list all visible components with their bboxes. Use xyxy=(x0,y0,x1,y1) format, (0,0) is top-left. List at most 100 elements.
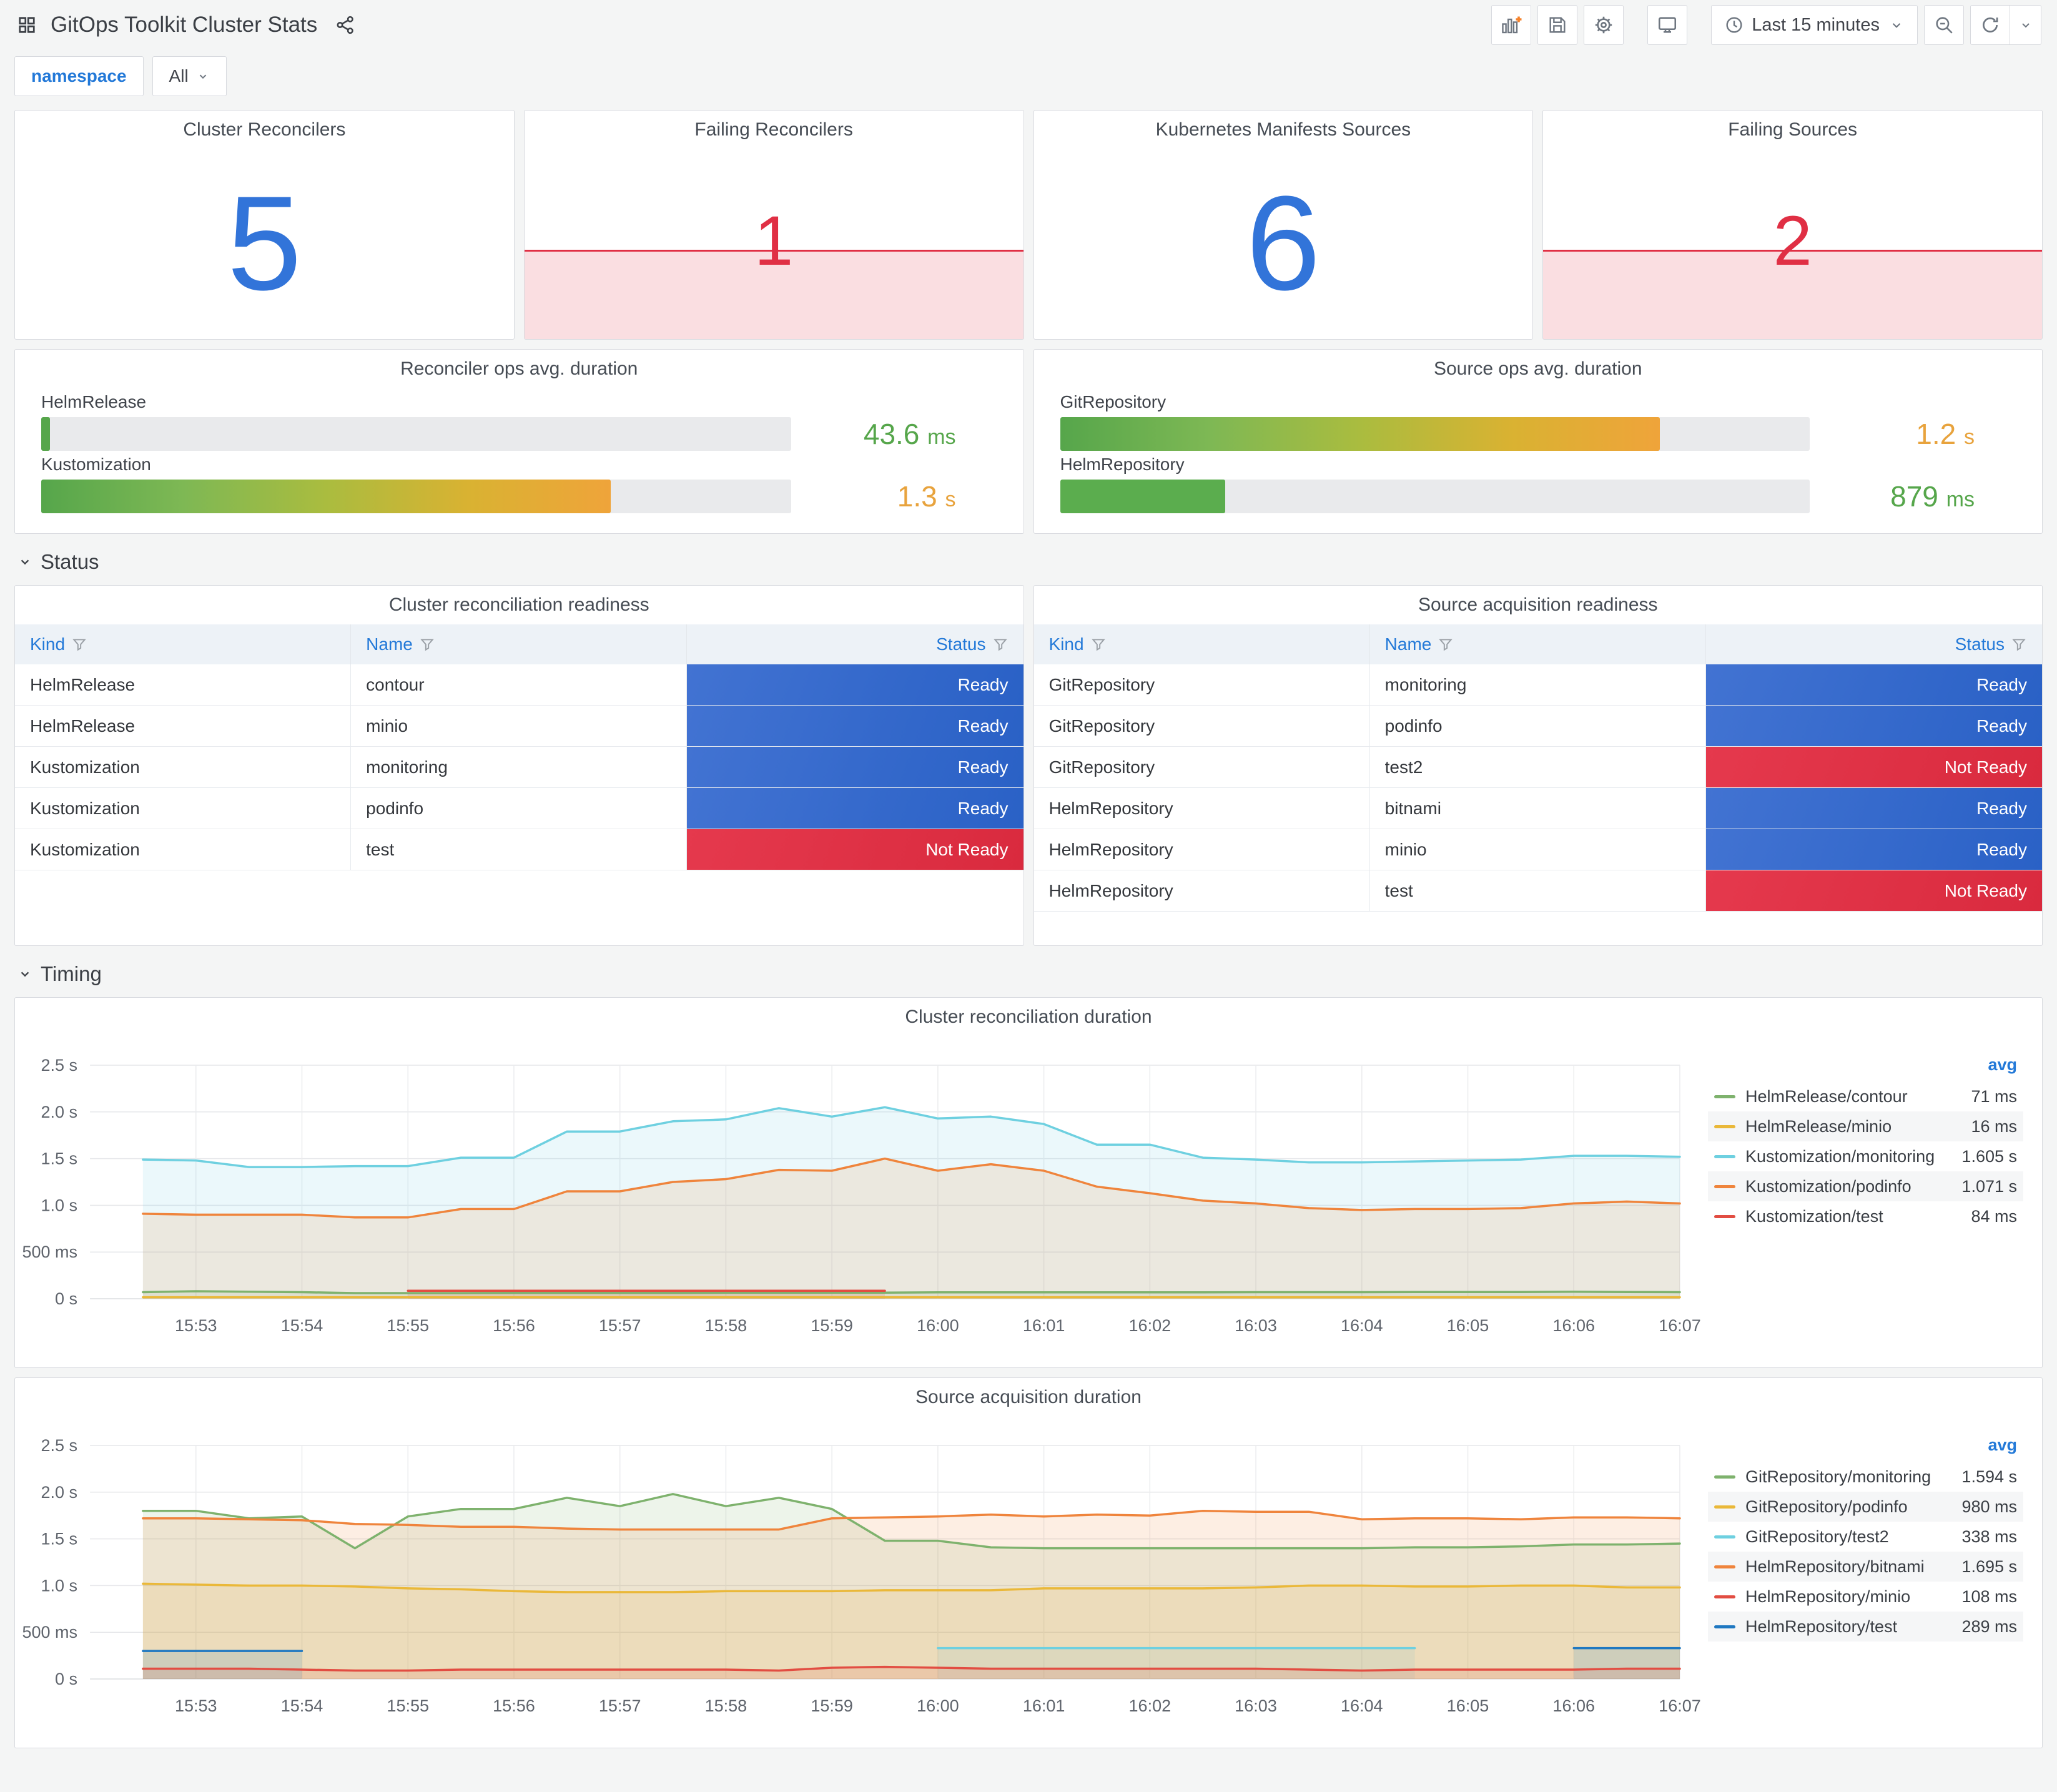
filter-icon[interactable] xyxy=(1090,636,1107,652)
svg-text:0 s: 0 s xyxy=(55,1670,77,1688)
series-name[interactable]: HelmRepository/bitnami xyxy=(1745,1557,1961,1577)
legend-item-helmrepository-minio[interactable]: HelmRepository/minio 108 ms xyxy=(1708,1582,2023,1612)
svg-text:16:02: 16:02 xyxy=(1129,1696,1172,1715)
table-header: Kind Name Status xyxy=(1033,624,2042,664)
table-body: HelmRelease contour Ready HelmRelease minio R… xyxy=(15,664,1024,870)
series-avg-value: 1.071 s xyxy=(1961,1176,2017,1196)
panel-title: Failing Reconcilers xyxy=(694,119,853,140)
bar-gauge-kustomization: Kustomization 1.3 s xyxy=(41,455,997,513)
series-name[interactable]: HelmRepository/minio xyxy=(1745,1587,1961,1607)
time-series-plot[interactable]: 0 s 500 ms 1.0 s 1.5 s 2.0 s 2.5 s 15:53 15:54 1… xyxy=(15,1417,1702,1741)
legend-item-kustomization-podinfo[interactable]: Kustomization/podinfo 1.071 s xyxy=(1708,1171,2023,1201)
panel-source-acquisition-duration: Source acquisition duration 0 s 500 ms 1.0… xyxy=(14,1377,2043,1748)
variable-namespace-value-dropdown[interactable]: All xyxy=(152,56,227,96)
svg-text:1.0 s: 1.0 s xyxy=(41,1196,77,1214)
table-cell: monitoring xyxy=(351,747,688,787)
chevron-down-icon xyxy=(199,74,206,79)
legend-avg-header[interactable]: avg xyxy=(1708,1435,2023,1462)
series-name[interactable]: HelmRepository/test xyxy=(1745,1617,1961,1637)
legend-rows: GitRepository/monitoring 1.594 s GitReposi… xyxy=(1708,1462,2023,1642)
stat-value: 6 xyxy=(1246,167,1321,318)
bar-gauge-fill xyxy=(1060,417,1660,451)
dashboard-grid-icon[interactable] xyxy=(16,14,38,36)
column-header-name[interactable]: Name xyxy=(1370,624,1706,664)
section-status[interactable]: Status xyxy=(17,550,2040,574)
chart-legend: avg HelmRelease/contour 71 ms HelmRelease/… xyxy=(1702,1036,2042,1361)
svg-text:15:56: 15:56 xyxy=(493,1696,535,1715)
variable-namespace-label[interactable]: namespace xyxy=(14,56,144,96)
table-cell: GitRepository xyxy=(1034,664,1370,705)
series-name[interactable]: GitRepository/test2 xyxy=(1745,1527,1961,1547)
legend-item-helmrepository-test[interactable]: HelmRepository/test 289 ms xyxy=(1708,1612,2023,1642)
column-header-status[interactable]: Status xyxy=(1706,624,2042,664)
legend-avg-header[interactable]: avg xyxy=(1708,1055,2023,1081)
table-row: Kustomization monitoring Ready xyxy=(15,747,1024,788)
series-avg-value: 1.605 s xyxy=(1961,1146,2017,1166)
table-cell: monitoring xyxy=(1370,664,1706,705)
column-header-kind[interactable]: Kind xyxy=(15,624,352,664)
dashboard-settings-button[interactable] xyxy=(1584,5,1624,45)
bar-gauge-value: 1.2 s xyxy=(1916,418,1975,450)
series-name[interactable]: Kustomization/test xyxy=(1745,1207,1971,1226)
chevron-down-icon xyxy=(2021,23,2030,28)
filter-icon[interactable] xyxy=(1438,636,1454,652)
legend-item-helmrepository-bitnami[interactable]: HelmRepository/bitnami 1.695 s xyxy=(1708,1552,2023,1582)
refresh-interval-dropdown[interactable] xyxy=(2010,5,2041,45)
svg-text:15:57: 15:57 xyxy=(599,1696,641,1715)
share-icon[interactable] xyxy=(335,14,356,36)
series-name[interactable]: Kustomization/podinfo xyxy=(1745,1177,1961,1196)
bar-gauge-value: 43.6 ms xyxy=(863,418,956,450)
bar-gauge-track xyxy=(1060,480,1810,513)
legend-item-helmrelease-minio[interactable]: HelmRelease/minio 16 ms xyxy=(1708,1111,2023,1141)
zoom-out-button[interactable] xyxy=(1924,5,1964,45)
bar-gauge-label: Kustomization xyxy=(41,455,151,474)
bar-gauge-track xyxy=(41,480,791,513)
series-color-swatch xyxy=(1714,1505,1735,1509)
legend-item-kustomization-monitoring[interactable]: Kustomization/monitoring 1.605 s xyxy=(1708,1141,2023,1171)
series-avg-value: 84 ms xyxy=(1971,1206,2017,1226)
legend-item-helmrelease-contour[interactable]: HelmRelease/contour 71 ms xyxy=(1708,1081,2023,1111)
chevron-down-icon xyxy=(21,972,29,977)
section-timing[interactable]: Timing xyxy=(17,962,2040,986)
table-cell: test2 xyxy=(1370,747,1706,787)
series-name[interactable]: Kustomization/monitoring xyxy=(1745,1147,1961,1166)
legend-item-gitrepository-podinfo[interactable]: GitRepository/podinfo 980 ms xyxy=(1708,1492,2023,1522)
legend-item-gitrepository-monitoring[interactable]: GitRepository/monitoring 1.594 s xyxy=(1708,1462,2023,1492)
series-name[interactable]: GitRepository/podinfo xyxy=(1745,1497,1961,1517)
table-cell: minio xyxy=(1370,829,1706,870)
column-header-name[interactable]: Name xyxy=(351,624,688,664)
section-label: Status xyxy=(41,550,99,573)
legend-item-gitrepository-test2[interactable]: GitRepository/test2 338 ms xyxy=(1708,1522,2023,1552)
svg-text:2.0 s: 2.0 s xyxy=(41,1103,77,1121)
cycle-view-button[interactable] xyxy=(1647,5,1688,45)
svg-text:15:57: 15:57 xyxy=(599,1316,641,1335)
series-name[interactable]: HelmRelease/contour xyxy=(1745,1087,1971,1106)
svg-text:16:01: 16:01 xyxy=(1023,1696,1065,1715)
filter-icon[interactable] xyxy=(71,636,87,652)
series-avg-value: 16 ms xyxy=(1971,1116,2017,1136)
series-name[interactable]: HelmRelease/minio xyxy=(1745,1117,1971,1136)
time-range-picker[interactable]: Last 15 minutes xyxy=(1711,5,1918,45)
stat-value: 5 xyxy=(227,167,302,318)
status-badge: Not Ready xyxy=(1705,870,2042,911)
time-series-plot[interactable]: 0 s 500 ms 1.0 s 1.5 s 2.0 s 2.5 s 15:53 15:54 1… xyxy=(15,1036,1702,1361)
filter-icon[interactable] xyxy=(992,636,1009,652)
panel-title: Cluster Reconcilers xyxy=(183,119,346,140)
stat-panel-kubernetes-manifests-sources: Kubernetes Manifests Sources 6 xyxy=(1033,110,1534,340)
table-row: HelmRepository bitnami Ready xyxy=(1033,788,2042,829)
filter-icon[interactable] xyxy=(419,636,435,652)
svg-text:16:00: 16:00 xyxy=(917,1696,959,1715)
column-header-kind[interactable]: Kind xyxy=(1034,624,1370,664)
filter-icon[interactable] xyxy=(2011,636,2027,652)
svg-text:15:58: 15:58 xyxy=(705,1696,747,1715)
series-name[interactable]: GitRepository/monitoring xyxy=(1745,1467,1961,1487)
column-header-status[interactable]: Status xyxy=(687,624,1023,664)
refresh-button[interactable] xyxy=(1970,5,2010,45)
table-cell-status: Not Ready xyxy=(1705,747,2042,787)
svg-text:15:55: 15:55 xyxy=(387,1696,429,1715)
add-panel-button[interactable] xyxy=(1491,5,1532,45)
bar-gauge-fill xyxy=(41,417,51,451)
legend-item-kustomization-test[interactable]: Kustomization/test 84 ms xyxy=(1708,1201,2023,1231)
bar-gauge-helmrepository: HelmRepository 879 ms xyxy=(1060,455,2016,513)
save-dashboard-button[interactable] xyxy=(1537,5,1578,45)
